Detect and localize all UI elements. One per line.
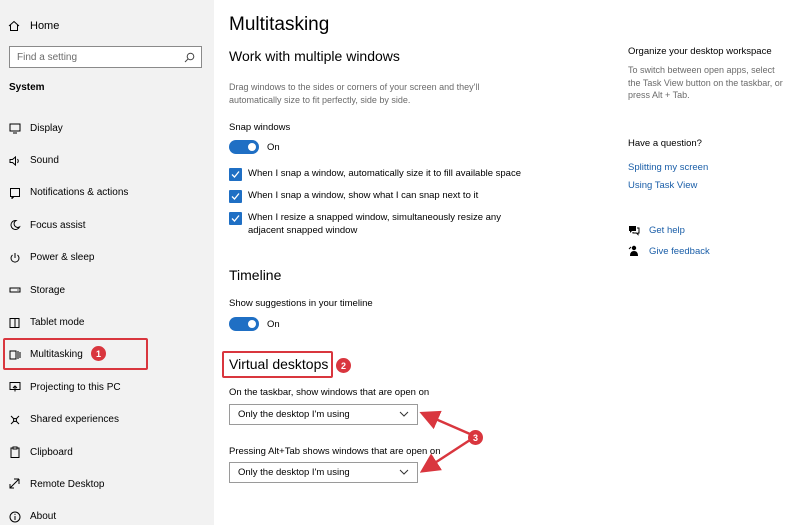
section-title-virtual-desktops: Virtual desktops — [229, 356, 329, 372]
storage-icon — [9, 284, 21, 296]
link-splitting-screen[interactable]: Splitting my screen — [628, 162, 708, 173]
sidebar-item-clipboard[interactable]: Clipboard — [0, 436, 214, 468]
info-icon — [9, 511, 21, 523]
share-icon — [9, 414, 21, 426]
checkbox-label: When I snap a window, automatically size… — [248, 168, 521, 179]
link-using-task-view[interactable]: Using Task View — [628, 180, 697, 191]
sidebar-item-notifications[interactable]: Notifications & actions — [0, 177, 214, 209]
sidebar-item-about[interactable]: About — [0, 501, 214, 525]
checkbox-row[interactable]: When I snap a window, automatically size… — [229, 168, 529, 181]
sidebar-item-storage[interactable]: Storage — [0, 274, 214, 306]
sidebar-item-label: Shared experiences — [30, 414, 119, 426]
sidebar-item-remote-desktop[interactable]: Remote Desktop — [0, 468, 214, 500]
alttab-label: Pressing Alt+Tab shows windows that are … — [229, 446, 441, 457]
sidebar-item-label: About — [30, 511, 57, 523]
checkbox-checked[interactable] — [229, 212, 242, 225]
taskbar-label: On the taskbar, show windows that are op… — [229, 387, 430, 398]
search-input[interactable] — [17, 51, 184, 63]
give-feedback-link[interactable]: Give feedback — [628, 245, 710, 257]
get-help-link[interactable]: Get help — [628, 224, 685, 236]
section-title-timeline: Timeline — [229, 267, 282, 283]
tablet-icon — [9, 317, 21, 329]
sidebar-item-sound[interactable]: Sound — [0, 144, 214, 176]
power-icon — [9, 252, 21, 264]
sidebar-item-label: Projecting to this PC — [30, 381, 121, 393]
timeline-toggle-state: On — [267, 318, 280, 330]
chevron-down-icon — [399, 409, 409, 420]
sidebar-item-label: Notifications & actions — [30, 187, 129, 199]
give-feedback-label: Give feedback — [649, 245, 710, 257]
search-icon[interactable] — [184, 52, 195, 63]
clipboard-icon — [9, 446, 21, 459]
sidebar-nav: Display Sound Notifications & actions Fo… — [0, 112, 214, 525]
sidebar-item-label: Tablet mode — [30, 317, 85, 329]
annotation-box-multitasking — [3, 338, 148, 370]
annotation-badge-3: 3 — [468, 430, 483, 445]
organize-description: To switch between open apps, select the … — [628, 65, 783, 100]
search-field[interactable] — [9, 46, 202, 68]
windows-description: Drag windows to the sides or corners of … — [229, 82, 480, 105]
home-icon — [8, 20, 20, 32]
sidebar-item-label: Clipboard — [30, 446, 73, 458]
home-nav-item[interactable]: Home — [8, 16, 59, 36]
sidebar-item-label: Display — [30, 122, 63, 134]
projector-icon — [9, 381, 21, 393]
sidebar-item-focus-assist[interactable]: Focus assist — [0, 209, 214, 241]
checkbox-label: When I snap a window, show what I can sn… — [248, 190, 479, 201]
sidebar-item-label: Sound — [30, 155, 59, 167]
snap-windows-toggle[interactable] — [229, 140, 259, 154]
taskbar-dropdown-value: Only the desktop I'm using — [238, 409, 350, 420]
checkbox-checked[interactable] — [229, 168, 242, 181]
display-icon — [9, 122, 21, 134]
moon-icon — [9, 219, 21, 231]
snap-toggle-state: On — [267, 141, 280, 153]
sidebar-section-title: System — [9, 82, 45, 93]
sidebar-item-label: Remote Desktop — [30, 478, 105, 490]
taskbar-dropdown[interactable]: Only the desktop I'm using — [229, 404, 418, 425]
get-help-label: Get help — [649, 224, 685, 236]
sidebar-item-projecting[interactable]: Projecting to this PC — [0, 371, 214, 403]
speaker-icon — [9, 155, 21, 167]
checkbox-row[interactable]: When I snap a window, show what I can sn… — [229, 190, 529, 203]
timeline-toggle[interactable] — [229, 317, 259, 331]
sidebar-item-shared-experiences[interactable]: Shared experiences — [0, 404, 214, 436]
remote-desktop-icon — [9, 478, 21, 490]
annotation-badge-2: 2 — [336, 358, 351, 373]
chevron-down-icon — [399, 467, 409, 478]
alttab-dropdown[interactable]: Only the desktop I'm using — [229, 462, 418, 483]
annotation-badge-1: 1 — [91, 346, 106, 361]
page-title: Multitasking — [229, 14, 330, 35]
timeline-suggestions-label: Show suggestions in your timeline — [229, 298, 373, 309]
feedback-icon — [628, 245, 640, 257]
home-label: Home — [30, 20, 60, 32]
checkbox-label: When I resize a snapped window, simultan… — [248, 212, 501, 236]
sidebar-item-tablet-mode[interactable]: Tablet mode — [0, 306, 214, 338]
sidebar-item-display[interactable]: Display — [0, 112, 214, 144]
notification-icon — [9, 187, 21, 199]
sidebar-item-label: Focus assist — [30, 219, 86, 231]
alttab-dropdown-value: Only the desktop I'm using — [238, 467, 350, 478]
sidebar-item-label: Power & sleep — [30, 252, 95, 264]
snap-windows-toggle-row: On — [229, 140, 280, 154]
snap-windows-label: Snap windows — [229, 122, 291, 133]
checkbox-checked[interactable] — [229, 190, 242, 203]
sidebar-item-label: Storage — [30, 284, 66, 296]
section-title-windows: Work with multiple windows — [229, 48, 400, 64]
timeline-toggle-row: On — [229, 317, 280, 331]
organize-title: Organize your desktop workspace — [628, 46, 772, 57]
chat-help-icon — [628, 224, 640, 236]
question-title: Have a question? — [628, 138, 702, 149]
checkbox-row[interactable]: When I resize a snapped window, simultan… — [229, 212, 529, 237]
sidebar-item-power-sleep[interactable]: Power & sleep — [0, 242, 214, 274]
sidebar: Home System Display Sound Notifications … — [0, 0, 214, 525]
